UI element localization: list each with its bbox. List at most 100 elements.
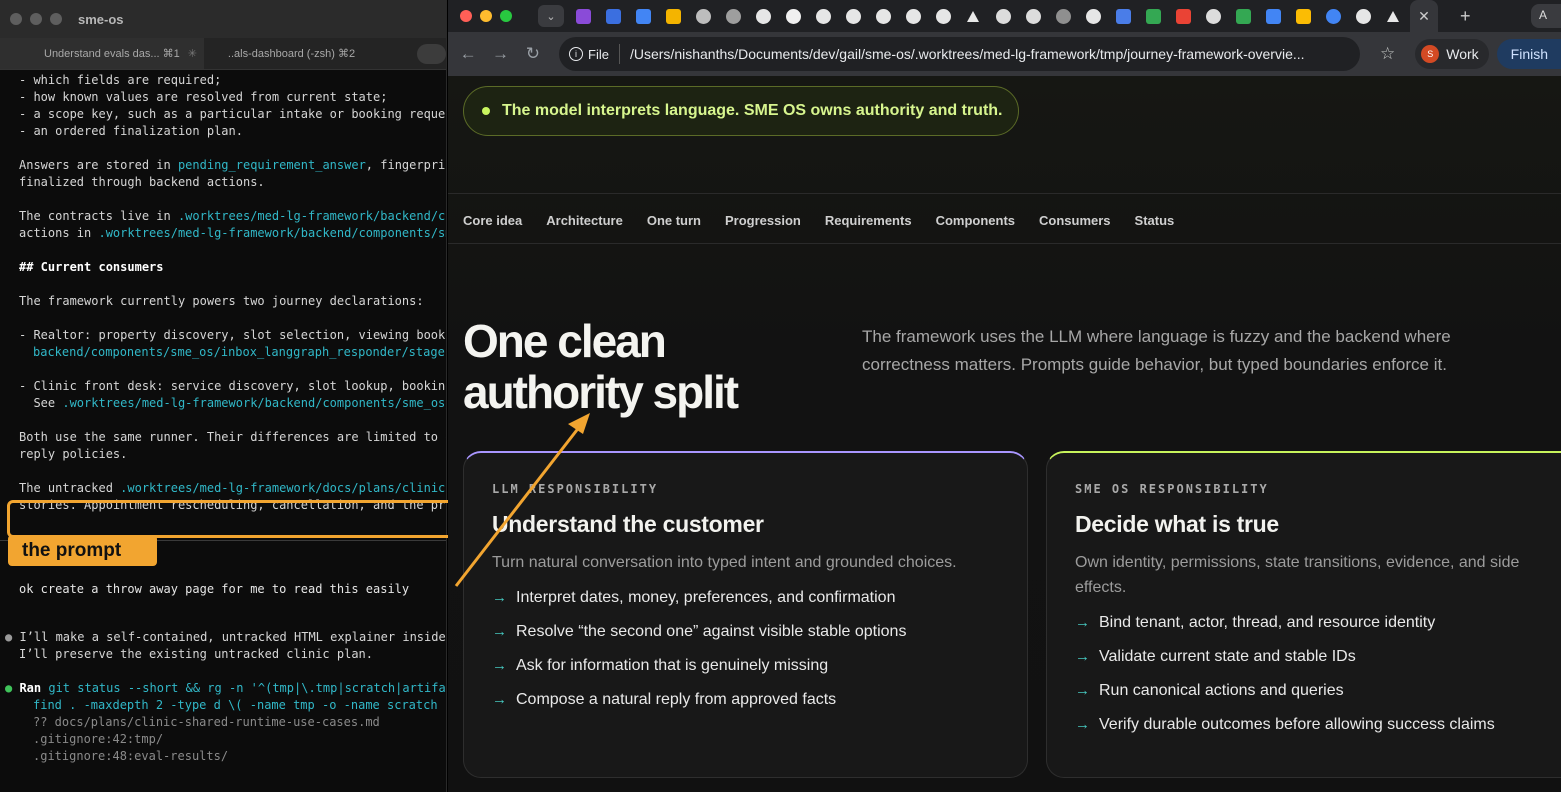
- gemini-button[interactable]: A: [1531, 4, 1561, 28]
- arrow-right-icon: →: [492, 657, 507, 674]
- forward-arrow-icon[interactable]: →: [484, 44, 516, 64]
- tab-favicon-drive[interactable]: [1288, 0, 1318, 32]
- tab-search-chevron-icon[interactable]: ⌄: [538, 5, 564, 27]
- tab-favicon-github[interactable]: [868, 0, 898, 32]
- card-description: Own identity, permissions, state transit…: [1075, 554, 1520, 596]
- terminal-tabbar: Understand evals das... ⌘1 ✳ ..als-dashb…: [0, 38, 446, 70]
- nav-link-requirements[interactable]: Requirements: [825, 213, 912, 228]
- section-lead: The framework uses the LLM where languag…: [862, 327, 1451, 374]
- command-output: .gitignore:42:tmp/: [33, 732, 164, 746]
- loading-spinner-icon: ✳: [187, 48, 197, 60]
- zoom-window-icon[interactable]: [500, 10, 512, 22]
- nav-link-one-turn[interactable]: One turn: [647, 213, 701, 228]
- terminal-line: - an ordered finalization plan.: [19, 124, 243, 138]
- pinned-tabs: [568, 0, 1408, 32]
- minimize-window-icon[interactable]: [480, 10, 492, 22]
- prompt-input-text[interactable]: ok create a throw away page for me to re…: [19, 582, 409, 596]
- tab-favicon-web[interactable]: [688, 0, 718, 32]
- new-tab-plus-icon[interactable]: +: [1460, 6, 1471, 27]
- tab-favicon-github[interactable]: [748, 0, 778, 32]
- nav-link-core-idea[interactable]: Core idea: [463, 213, 522, 228]
- file-link[interactable]: .worktrees/med-lg-framework/docs/plans/c…: [120, 481, 446, 495]
- file-link[interactable]: .worktrees/med-lg-framework/backend/comp…: [62, 396, 446, 410]
- tab-favicon-docs[interactable]: [1258, 0, 1288, 32]
- llm-responsibility-card: LLM RESPONSIBILITY Understand the custom…: [463, 451, 1028, 778]
- terminal-output: - which fields are required; - how known…: [0, 72, 446, 792]
- sme-os-responsibility-card: SME OS RESPONSIBILITY Decide what is tru…: [1046, 451, 1561, 778]
- url-text[interactable]: /Users/nishanths/Documents/dev/gail/sme-…: [630, 46, 1360, 62]
- close-window-icon[interactable]: [460, 10, 472, 22]
- tab-favicon-linear[interactable]: [1018, 0, 1048, 32]
- nav-link-components[interactable]: Components: [936, 213, 1015, 228]
- tab-favicon-github[interactable]: [1348, 0, 1378, 32]
- tab-favicon-x[interactable]: [778, 0, 808, 32]
- tab-favicon-web[interactable]: [1048, 0, 1078, 32]
- browser-window: ⌄ ✕ + A ← → ↻ i File /Users/nishanths/Do…: [448, 0, 1561, 792]
- zoom-window-icon[interactable]: [50, 13, 62, 25]
- tab-favicon-vercel[interactable]: [958, 0, 988, 32]
- bullet-icon: ●: [5, 630, 20, 644]
- browser-tabstrip: ⌄ ✕ + A: [448, 0, 1561, 32]
- finish-update-button[interactable]: Finish: [1496, 39, 1561, 69]
- file-link[interactable]: .worktrees/med-lg-framework/backend/com: [178, 209, 446, 223]
- tab-favicon-drive[interactable]: [1228, 0, 1258, 32]
- tab-favicon-docs[interactable]: [598, 0, 628, 32]
- tab-favicon-github[interactable]: [898, 0, 928, 32]
- annotation-label: the prompt: [8, 535, 157, 566]
- terminal-line: Both use the same runner. Their differen…: [19, 430, 447, 444]
- terminal-tab-label: Understand evals das... ⌘1: [44, 48, 180, 60]
- profile-button[interactable]: S Work: [1415, 39, 1489, 69]
- success-dot-icon: ●: [5, 681, 20, 695]
- arrow-right-icon: →: [1075, 682, 1090, 699]
- arrow-right-icon: →: [1075, 614, 1090, 631]
- nav-link-consumers[interactable]: Consumers: [1039, 213, 1111, 228]
- card-list: → Bind tenant, actor, thread, and resourc…: [1075, 614, 1557, 750]
- reload-icon[interactable]: ↻: [517, 44, 549, 64]
- terminal-tab-1[interactable]: Understand evals das... ⌘1 ✳: [0, 38, 204, 69]
- tab-favicon-github[interactable]: [808, 0, 838, 32]
- terminal-line: - how known values are resolved from cur…: [19, 90, 388, 104]
- card-title: Decide what is true: [1075, 511, 1279, 537]
- tab-favicon-web[interactable]: [718, 0, 748, 32]
- tab-favicon-calendar[interactable]: [1108, 0, 1138, 32]
- active-tab-close-icon[interactable]: ✕: [1410, 0, 1438, 32]
- tab-favicon-github[interactable]: [928, 0, 958, 32]
- bookmark-star-icon[interactable]: ☆: [1380, 44, 1395, 64]
- tab-favicon-google[interactable]: [1318, 0, 1348, 32]
- tab-favicon-gmail[interactable]: [1168, 0, 1198, 32]
- file-link[interactable]: .worktrees/med-lg-framework/backend/comp…: [98, 226, 446, 240]
- window-controls: [10, 13, 62, 25]
- tab-favicon-drive[interactable]: [1138, 0, 1168, 32]
- back-arrow-icon[interactable]: ←: [452, 44, 484, 64]
- terminal-line: - Realtor: property discovery, slot sele…: [19, 328, 447, 342]
- tab-favicon-app[interactable]: [568, 0, 598, 32]
- tab-favicon-slides[interactable]: [658, 0, 688, 32]
- terminal-tab-label: ..als-dashboard (-zsh) ⌘2: [227, 48, 356, 60]
- tab-favicon-docs[interactable]: [628, 0, 658, 32]
- file-link[interactable]: backend/components/sme_os/inbox_langgrap…: [33, 344, 446, 361]
- tab-favicon-github[interactable]: [838, 0, 868, 32]
- tab-favicon-github[interactable]: [1078, 0, 1108, 32]
- list-item: → Bind tenant, actor, thread, and resourc…: [1075, 614, 1436, 631]
- terminal-tab-2[interactable]: ..als-dashboard (-zsh) ⌘2: [204, 38, 407, 69]
- address-bar[interactable]: i File /Users/nishanths/Documents/dev/ga…: [559, 37, 1360, 71]
- terminal-line: The contracts live in .worktrees/med-lg-…: [19, 208, 446, 225]
- list-item: → Verify durable outcomes before allowing…: [1075, 716, 1495, 733]
- nav-link-architecture[interactable]: Architecture: [546, 213, 623, 228]
- command-output: ?? docs/plans/clinic-shared-runtime-use-…: [33, 715, 380, 729]
- close-window-icon[interactable]: [10, 13, 22, 25]
- nav-link-progression[interactable]: Progression: [725, 213, 801, 228]
- list-item: → Ask for information that is genuinely m…: [492, 657, 829, 674]
- minimize-window-icon[interactable]: [30, 13, 42, 25]
- tab-favicon-linear[interactable]: [988, 0, 1018, 32]
- command-output: .gitignore:48:eval-results/: [33, 749, 229, 763]
- terminal-line: - Clinic front desk: service discovery, …: [19, 379, 447, 393]
- tab-favicon-linear[interactable]: [1198, 0, 1228, 32]
- tab-favicon-vercel[interactable]: [1378, 0, 1408, 32]
- terminal-line: ● I’ll make a self-contained, untracked …: [5, 630, 447, 644]
- nav-link-status[interactable]: Status: [1135, 213, 1175, 228]
- site-info-chip[interactable]: i File: [569, 44, 620, 64]
- terminal-line: ● Ran git status --short && rg -n '^(tmp…: [5, 680, 446, 697]
- arrow-right-icon: →: [1075, 716, 1090, 733]
- new-terminal-tab-button[interactable]: [417, 43, 446, 64]
